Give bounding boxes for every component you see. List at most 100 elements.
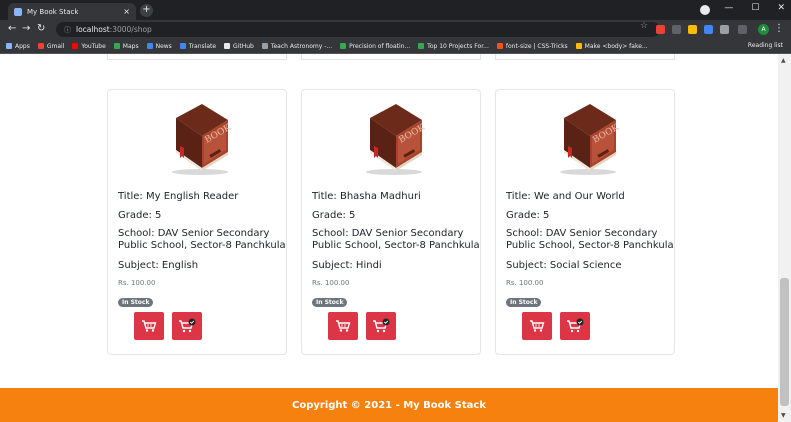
add-to-cart-button[interactable] (522, 312, 552, 340)
new-tab-button[interactable]: + (140, 4, 153, 17)
footer-copyright: Copyright © 2021 - My Book Stack (292, 399, 486, 411)
book-grade: Grade: 5 (506, 210, 550, 221)
previous-card-edge (301, 54, 481, 60)
bookmark-item[interactable]: Translate (179, 42, 217, 50)
bookmark-item[interactable]: Precision of floatin... (340, 43, 410, 50)
buy-now-button[interactable] (560, 312, 590, 340)
book-subject: Subject: Hindi (312, 260, 382, 271)
bookmark-label: YouTube (81, 42, 106, 50)
add-to-cart-button[interactable] (134, 312, 164, 340)
book-card: BOOK Title: My English Reader Grade: 5 Sch… (107, 89, 287, 355)
bookmark-item[interactable]: Maps (113, 42, 139, 50)
bookmark-favicon-icon (261, 43, 268, 49)
cart-check-icon (178, 318, 196, 334)
extension-download-icon[interactable] (672, 25, 681, 34)
stock-badge: In Stock (312, 298, 348, 307)
book-grade: Grade: 5 (312, 210, 356, 221)
bookmark-item[interactable]: GitHub (224, 43, 254, 50)
bookmark-label: Apps (15, 42, 30, 50)
avatar[interactable]: A (758, 24, 769, 35)
address-bar[interactable]: ⓘ localhost:3000/shop (56, 22, 660, 37)
profile-menu-icon[interactable] (700, 5, 710, 15)
extension-acrobat-icon[interactable] (656, 25, 665, 34)
book-cover-icon[interactable]: BOOK (356, 96, 428, 180)
url-path: :3000/shop (109, 25, 152, 34)
book-school: School: DAV Senior Secondary Public Scho… (118, 228, 286, 251)
forward-icon[interactable]: → (22, 23, 30, 34)
bookmark-label: Translate (188, 42, 217, 50)
cart-icon (529, 319, 545, 333)
tab-title: My Book Stack (27, 7, 79, 16)
bookmark-label: GitHub (233, 42, 254, 50)
bookmark-favicon-icon (6, 43, 12, 49)
extension-blue-icon[interactable] (704, 25, 713, 34)
bookmark-label: Top 10 Projects For... (427, 42, 489, 50)
page-scrollbar[interactable]: ▲ ▼ (778, 54, 791, 422)
bookmark-item[interactable]: Teach Astronomy -... (261, 42, 333, 50)
tab-close-icon[interactable]: × (123, 7, 130, 16)
bookmark-label: Precision of floatin... (349, 42, 411, 50)
bookmark-favicon-icon (146, 43, 153, 49)
book-subject: Subject: English (118, 260, 199, 271)
book-title: Title: My English Reader (118, 191, 239, 202)
book-school: School: DAV Senior Secondary Public Scho… (506, 228, 674, 251)
site-info-icon[interactable]: ⓘ (64, 25, 71, 35)
back-icon[interactable]: ← (8, 23, 16, 34)
cast-icon[interactable] (738, 25, 747, 34)
bookmark-favicon-icon (72, 43, 79, 49)
book-title: Title: We and Our World (506, 191, 625, 202)
bookmark-label: News (155, 42, 172, 50)
bookmark-favicon-icon (418, 43, 425, 49)
book-subject: Subject: Social Science (506, 260, 622, 271)
buy-now-button[interactable] (172, 312, 202, 340)
bookmark-label: Teach Astronomy -... (270, 42, 333, 50)
previous-card-edge (495, 54, 675, 60)
extension-yellow-icon[interactable] (688, 25, 697, 34)
reload-icon[interactable]: ↻ (37, 23, 45, 34)
close-window-icon[interactable]: ✕ (777, 3, 785, 13)
book-cover-icon[interactable]: BOOK (550, 96, 622, 180)
bookmark-item[interactable]: News (146, 42, 172, 50)
book-grade: Grade: 5 (118, 210, 162, 221)
bookmark-item[interactable]: YouTube (72, 42, 106, 50)
cart-check-icon (566, 318, 584, 334)
minimize-icon[interactable]: — (724, 3, 733, 13)
extensions-puzzle-icon[interactable] (720, 25, 729, 34)
bookmark-favicon-icon (37, 43, 44, 49)
cart-icon (335, 319, 351, 333)
book-price: Rs. 100.00 (118, 279, 156, 287)
bookmark-label: Maps (122, 42, 139, 50)
bookmark-item[interactable]: Gmail (37, 42, 65, 50)
page-viewport: BOOK Title: My English Reader Grade: 5 Sch… (0, 54, 778, 422)
previous-card-edge (107, 54, 287, 60)
bookmark-star-icon[interactable]: ☆ (640, 21, 648, 31)
maximize-icon[interactable]: ☐ (751, 3, 759, 13)
scroll-down-icon[interactable]: ▼ (781, 412, 786, 419)
bookmark-item[interactable]: font-size | CSS-Tricks (496, 43, 568, 50)
bookmark-item[interactable]: Apps (6, 43, 30, 50)
bookmark-favicon-icon (340, 43, 347, 49)
window-controls: — ☐ ✕ (724, 3, 785, 13)
book-cover-icon[interactable]: BOOK (162, 96, 234, 180)
bookmark-favicon-icon (575, 43, 582, 49)
scroll-up-icon[interactable]: ▲ (781, 57, 786, 64)
stock-badge: In Stock (118, 298, 154, 307)
bookmark-label: Gmail (46, 42, 65, 50)
bookmark-favicon-icon (179, 43, 186, 49)
browser-tab-strip: My Book Stack × + — ☐ ✕ (0, 0, 791, 20)
bookmark-item[interactable]: Top 10 Projects For... (418, 43, 489, 50)
book-card: BOOK Title: Bhasha Madhuri Grade: 5 School… (301, 89, 481, 355)
scrollbar-thumb[interactable] (780, 278, 789, 406)
browser-tab[interactable]: My Book Stack × (8, 3, 136, 20)
cart-icon (141, 319, 157, 333)
stock-badge: In Stock (506, 298, 542, 307)
buy-now-button[interactable] (366, 312, 396, 340)
bookmark-favicon-icon (113, 43, 120, 49)
browser-menu-icon[interactable]: ⋮ (774, 23, 784, 34)
page-footer: Copyright © 2021 - My Book Stack (0, 388, 778, 422)
bookmark-item[interactable]: Make <body> fake... (575, 43, 648, 50)
bookmark-favicon-icon (224, 43, 231, 49)
reading-list-button[interactable]: Reading list (748, 42, 783, 49)
add-to-cart-button[interactable] (328, 312, 358, 340)
bookmarks-bar: Apps Gmail YouTube Maps News Translate GitHub T… (0, 39, 791, 54)
